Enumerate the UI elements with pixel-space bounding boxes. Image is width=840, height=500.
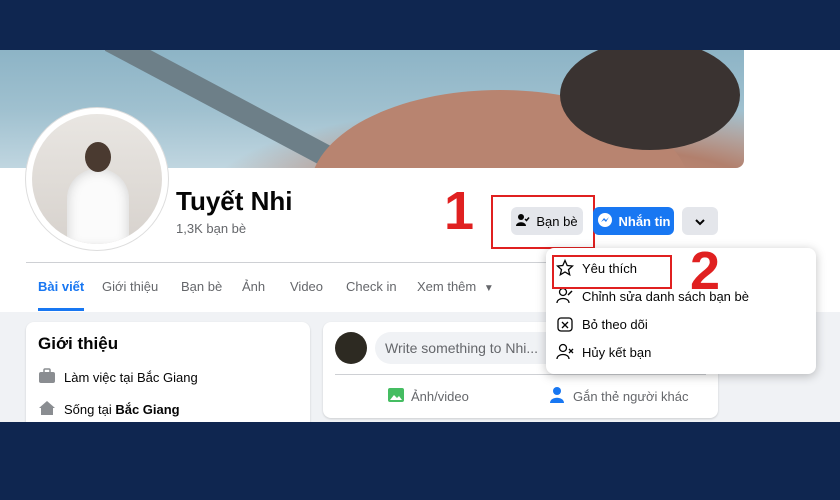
intro-lives-place[interactable]: Bắc Giang [115, 402, 179, 417]
annotation-step-1: 1 [444, 181, 475, 241]
more-options-button[interactable] [682, 207, 718, 235]
messenger-icon [597, 212, 613, 231]
frame-bottom [0, 422, 840, 500]
intro-work-row: Làm việc tại Bắc Giang [38, 368, 198, 387]
intro-title: Giới thiệu [38, 334, 119, 353]
composer-avatar[interactable] [335, 332, 367, 364]
composer-divider [335, 374, 706, 375]
caret-down-icon: ▼ [483, 283, 494, 294]
person-remove-icon [556, 343, 574, 361]
cover-side [744, 50, 840, 168]
profile-avatar[interactable] [26, 108, 168, 250]
tab-posts[interactable]: Bài viết [38, 263, 85, 311]
tab-videos[interactable]: Video [290, 263, 323, 311]
intro-work-text: Làm việc tại Bắc Giang [64, 370, 198, 385]
menu-item-unfollow-label: Bỏ theo dõi [582, 316, 648, 332]
annotation-step-2: 2 [690, 241, 721, 301]
tag-people-label: Gắn thẻ người khác [573, 388, 689, 404]
tab-checkins[interactable]: Check in [346, 263, 397, 311]
profile-name: Tuyết Nhi [176, 186, 293, 216]
photo-video-label: Ảnh/video [411, 388, 469, 404]
tab-friends[interactable]: Bạn bè [181, 263, 222, 311]
menu-item-unfriend-label: Hủy kết bạn [582, 344, 652, 360]
chevron-down-icon [694, 214, 706, 229]
intro-lives-row: Sống tại Bắc Giang [38, 400, 180, 419]
menu-item-unfollow[interactable]: Bỏ theo dõi [556, 311, 648, 337]
intro-card: Giới thiệu Làm việc tại Bắc Giang Sống t… [26, 322, 310, 422]
menu-item-edit-lists-label: Chỉnh sửa danh sách bạn bè [582, 288, 749, 304]
annotation-box-favorite [552, 255, 672, 289]
photo-icon [387, 386, 405, 407]
tag-people-button[interactable]: Gắn thẻ người khác [549, 384, 689, 408]
person-check-icon [516, 213, 530, 230]
friends-button[interactable]: Bạn bè [511, 207, 583, 235]
home-icon [38, 400, 56, 419]
person-edit-icon [556, 287, 574, 305]
briefcase-icon [38, 368, 56, 387]
friends-count[interactable]: 1,3K bạn bè [176, 221, 246, 236]
frame-top [0, 0, 840, 50]
tab-more-label: Xem thêm [417, 279, 477, 294]
message-button-label: Nhắn tin [618, 213, 671, 229]
menu-item-unfriend[interactable]: Hủy kết bạn [556, 339, 651, 365]
unfollow-icon [556, 315, 574, 333]
message-button[interactable]: Nhắn tin [593, 207, 674, 235]
tag-person-icon [549, 386, 567, 407]
tab-about[interactable]: Giới thiệu [102, 263, 158, 311]
friends-button-label: Bạn bè [536, 213, 578, 229]
tab-more[interactable]: Xem thêm ▼ [417, 263, 494, 311]
intro-lives-prefix: Sống tại [64, 402, 116, 417]
tab-photos[interactable]: Ảnh [242, 263, 265, 311]
facebook-profile-screen: Tuyết Nhi 1,3K bạn bè 1 Bạn bè Nhắn tin … [0, 50, 840, 422]
photo-video-button[interactable]: Ảnh/video [387, 384, 469, 408]
